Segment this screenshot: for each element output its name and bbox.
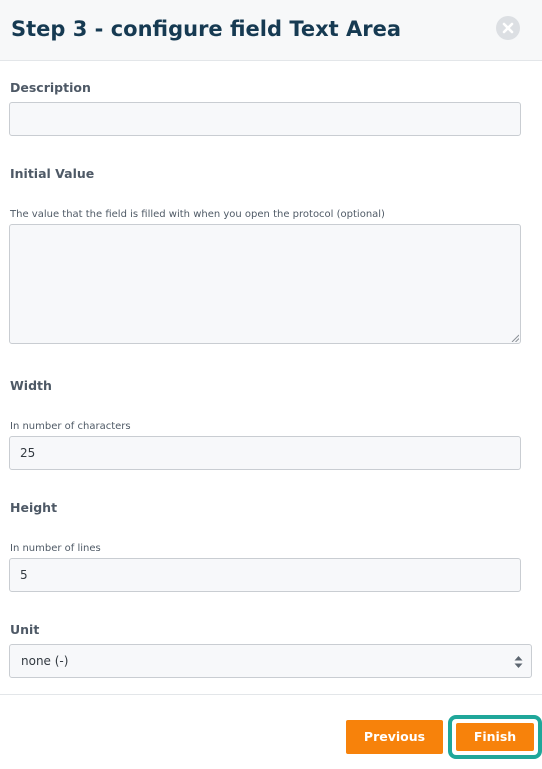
finish-button[interactable]: Finish <box>456 723 534 751</box>
initial-value-hint: The value that the field is filled with … <box>10 209 385 220</box>
configure-field-dialog: Step 3 - configure field Text Area Descr… <box>0 0 542 769</box>
resize-grip-icon[interactable] <box>511 334 519 342</box>
height-label: Height <box>10 500 58 515</box>
width-hint: In number of characters <box>10 421 131 432</box>
close-button[interactable] <box>496 16 520 40</box>
initial-value-wrapper <box>9 224 521 344</box>
width-label: Width <box>10 378 52 393</box>
height-input[interactable] <box>9 558 521 592</box>
unit-selected-value: none (-) <box>21 654 69 668</box>
initial-value-textarea[interactable] <box>9 224 521 344</box>
description-input[interactable] <box>9 102 521 136</box>
previous-button[interactable]: Previous <box>346 720 443 754</box>
dialog-title: Step 3 - configure field Text Area <box>11 17 402 41</box>
updown-arrows-icon <box>514 656 523 668</box>
dialog-header: Step 3 - configure field Text Area <box>0 0 542 61</box>
unit-select[interactable]: none (-) <box>9 644 532 678</box>
width-input[interactable] <box>9 436 521 470</box>
description-label: Description <box>10 80 91 95</box>
initial-value-label: Initial Value <box>10 166 95 181</box>
close-icon <box>502 22 514 34</box>
unit-label: Unit <box>10 622 40 637</box>
footer-divider <box>0 694 542 695</box>
height-hint: In number of lines <box>10 543 101 554</box>
